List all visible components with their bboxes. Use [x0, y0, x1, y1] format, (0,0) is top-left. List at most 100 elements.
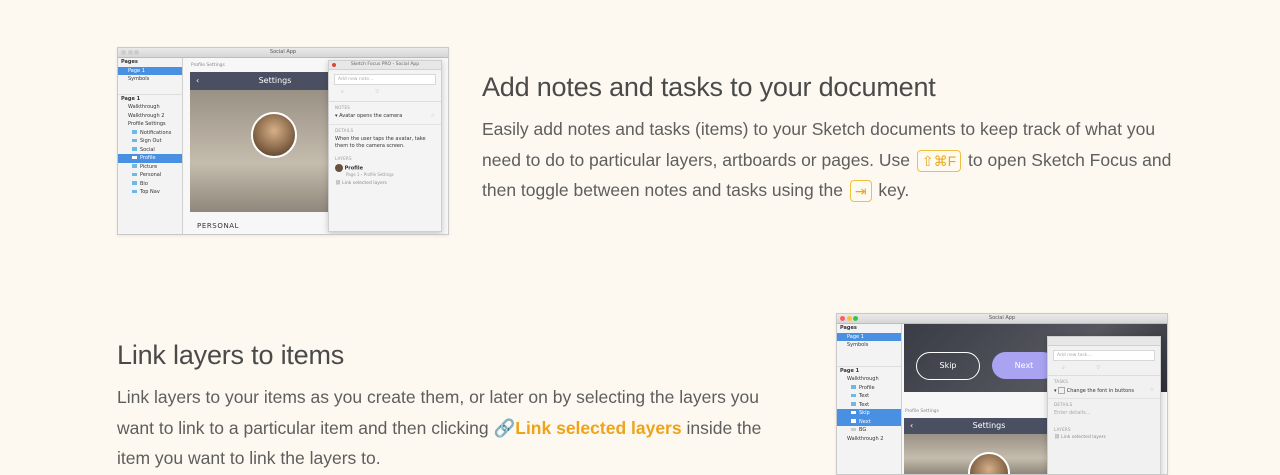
folder-icon — [132, 172, 137, 177]
folder-icon — [132, 155, 137, 160]
personal-label: PERSONAL — [197, 222, 240, 230]
layers-sidebar: Pages Page 1 Symbols Page 1 Walkthrough … — [837, 324, 902, 474]
folder-icon — [851, 393, 856, 398]
sketch-focus-panel: Sketch Focus PRO - Social App Add new no… — [328, 60, 442, 232]
notes-tasks-section: Add notes and tasks to your document Eas… — [482, 72, 1182, 206]
window-title: Social App — [988, 315, 1016, 321]
layers-header: Page 1 — [837, 365, 901, 376]
close-dot-icon[interactable] — [332, 63, 336, 67]
canvas: Skip Next Profile Settings ‹ Settings Ad… — [902, 324, 1167, 474]
layer-item[interactable]: Top Nav — [118, 188, 182, 197]
layer-item[interactable]: Walkthrough — [837, 375, 901, 384]
layer-item[interactable]: Profile — [837, 384, 901, 393]
sketch-focus-panel: Add new task... ⌕ ▽ TASKS ▾ Change the f… — [1047, 336, 1161, 474]
layer-item[interactable]: Bio — [118, 180, 182, 189]
panel-titlebar: Sketch Focus PRO - Social App — [329, 61, 441, 70]
layer-item-selected[interactable]: Skip — [837, 409, 901, 418]
folder-icon — [132, 130, 137, 134]
link-selected-layers-link[interactable]: 🔗Link selected layers — [493, 418, 681, 438]
add-note-input[interactable]: Add new note... — [334, 74, 436, 85]
layer-item[interactable]: Walkthrough 2 — [118, 112, 182, 121]
page-item[interactable]: Symbols — [837, 341, 901, 350]
folder-icon — [851, 410, 856, 415]
layer-item[interactable]: Social — [118, 146, 182, 155]
window-titlebar: Social App — [118, 48, 448, 58]
shortcut-key-badge: ⇧⌘F — [916, 149, 962, 172]
artboard-label: Profile Settings — [191, 63, 225, 68]
layer-item[interactable]: Personal — [118, 171, 182, 180]
notes-label: NOTES — [335, 105, 351, 110]
section-heading: Link layers to items — [117, 340, 345, 370]
back-chevron-icon: ‹ — [196, 76, 200, 85]
add-task-input[interactable]: Add new task... — [1053, 350, 1155, 361]
layer-item-selected[interactable]: Profile — [118, 154, 182, 163]
checkbox-icon[interactable] — [1058, 387, 1066, 394]
section-paragraph: Easily add notes and tasks (items) to yo… — [482, 114, 1182, 206]
skip-button[interactable]: Skip — [916, 352, 980, 380]
page-item[interactable]: Page 1 — [837, 332, 901, 341]
section-heading: Add notes and tasks to your document — [482, 72, 936, 102]
folder-icon — [851, 427, 856, 432]
page-item[interactable]: Symbols — [118, 75, 182, 84]
folder-icon — [132, 181, 137, 185]
folder-icon — [851, 385, 856, 389]
section-paragraph: Link layers to your items as you create … — [117, 387, 762, 468]
folder-icon — [132, 147, 137, 151]
folder-icon — [851, 419, 856, 423]
nav-title: Settings — [972, 421, 1006, 430]
nav-title: Settings — [258, 76, 292, 85]
artboard-label: Profile Settings — [905, 409, 939, 414]
layer-item[interactable]: Text — [837, 401, 901, 410]
details-label: DETAILS — [335, 128, 354, 133]
layer-item-selected[interactable]: Next — [837, 417, 901, 426]
link-icon: ⛓ — [1054, 435, 1060, 440]
folder-icon — [132, 138, 137, 143]
link-selected-layers-button[interactable]: ⛓ Link selected layers — [1048, 433, 1160, 442]
link-selected-layers-button[interactable]: ⛓ Link selected layers — [329, 179, 441, 188]
details-label: DETAILS — [1054, 402, 1073, 407]
layer-item[interactable]: Walkthrough 2 — [837, 435, 901, 444]
link-icon: 🔗 — [493, 417, 516, 438]
folder-icon — [132, 189, 137, 194]
link-layers-section: Link layers to items Link layers to your… — [117, 340, 777, 474]
pages-header: Pages — [840, 325, 857, 331]
filter-icon[interactable]: ▽ — [1096, 365, 1100, 371]
layer-item[interactable]: BG — [837, 426, 901, 435]
layer-item[interactable]: Walkthrough — [118, 103, 182, 112]
note-item[interactable]: ▾ Avatar opens the camera ☆ — [329, 111, 441, 125]
back-chevron-icon: ‹ — [910, 421, 914, 430]
layer-item[interactable]: Profile Settings — [118, 120, 182, 129]
panel-titlebar — [1048, 337, 1160, 346]
details-input[interactable]: Enter details... — [1048, 408, 1160, 418]
link-layers-screenshot: Social App Pages Page 1 Symbols Page 1 W… — [836, 313, 1168, 475]
layer-thumb-icon — [335, 164, 343, 172]
star-icon[interactable]: ☆ — [1150, 387, 1154, 393]
star-icon[interactable]: ☆ — [431, 113, 435, 119]
details-text[interactable]: When the user taps the avatar, take them… — [329, 134, 441, 151]
layer-item[interactable]: Notifications — [118, 129, 182, 138]
layer-item[interactable]: Text — [837, 392, 901, 401]
linked-layer[interactable]: Profile Page 1 › Profile Settings — [329, 162, 441, 179]
panel-title: Sketch Focus PRO - Social App — [350, 62, 420, 67]
layers-header: Page 1 — [118, 93, 182, 104]
canvas: Profile Settings ‹ Settings PERSONAL Ske… — [183, 58, 448, 234]
search-icon[interactable]: ⌕ — [1062, 365, 1065, 371]
filter-toolbar: ⌕ ▽ — [329, 89, 441, 102]
window-title: Social App — [269, 49, 297, 55]
tasks-label: TASKS — [1054, 379, 1069, 384]
notes-tasks-screenshot: Social App Pages Page 1 Symbols Page 1 W… — [117, 47, 449, 235]
layers-section-label: LAYERS — [335, 156, 352, 161]
pages-header: Pages — [121, 59, 138, 65]
page-item[interactable]: Page 1 — [118, 66, 182, 75]
task-item[interactable]: ▾ Change the font in buttons ☆ — [1048, 385, 1160, 399]
window-titlebar: Social App — [837, 314, 1167, 324]
filter-toolbar: ⌕ ▽ — [1048, 365, 1160, 376]
tab-key-badge: ⇥ — [849, 180, 872, 203]
search-icon[interactable]: ⌕ — [341, 89, 344, 95]
layers-sidebar: Pages Page 1 Symbols Page 1 Walkthrough … — [118, 58, 183, 234]
layer-item[interactable]: Sign Out — [118, 137, 182, 146]
layer-item[interactable]: Picture — [118, 163, 182, 172]
avatar[interactable] — [251, 112, 297, 158]
folder-icon — [132, 164, 137, 168]
filter-icon[interactable]: ▽ — [375, 89, 379, 95]
